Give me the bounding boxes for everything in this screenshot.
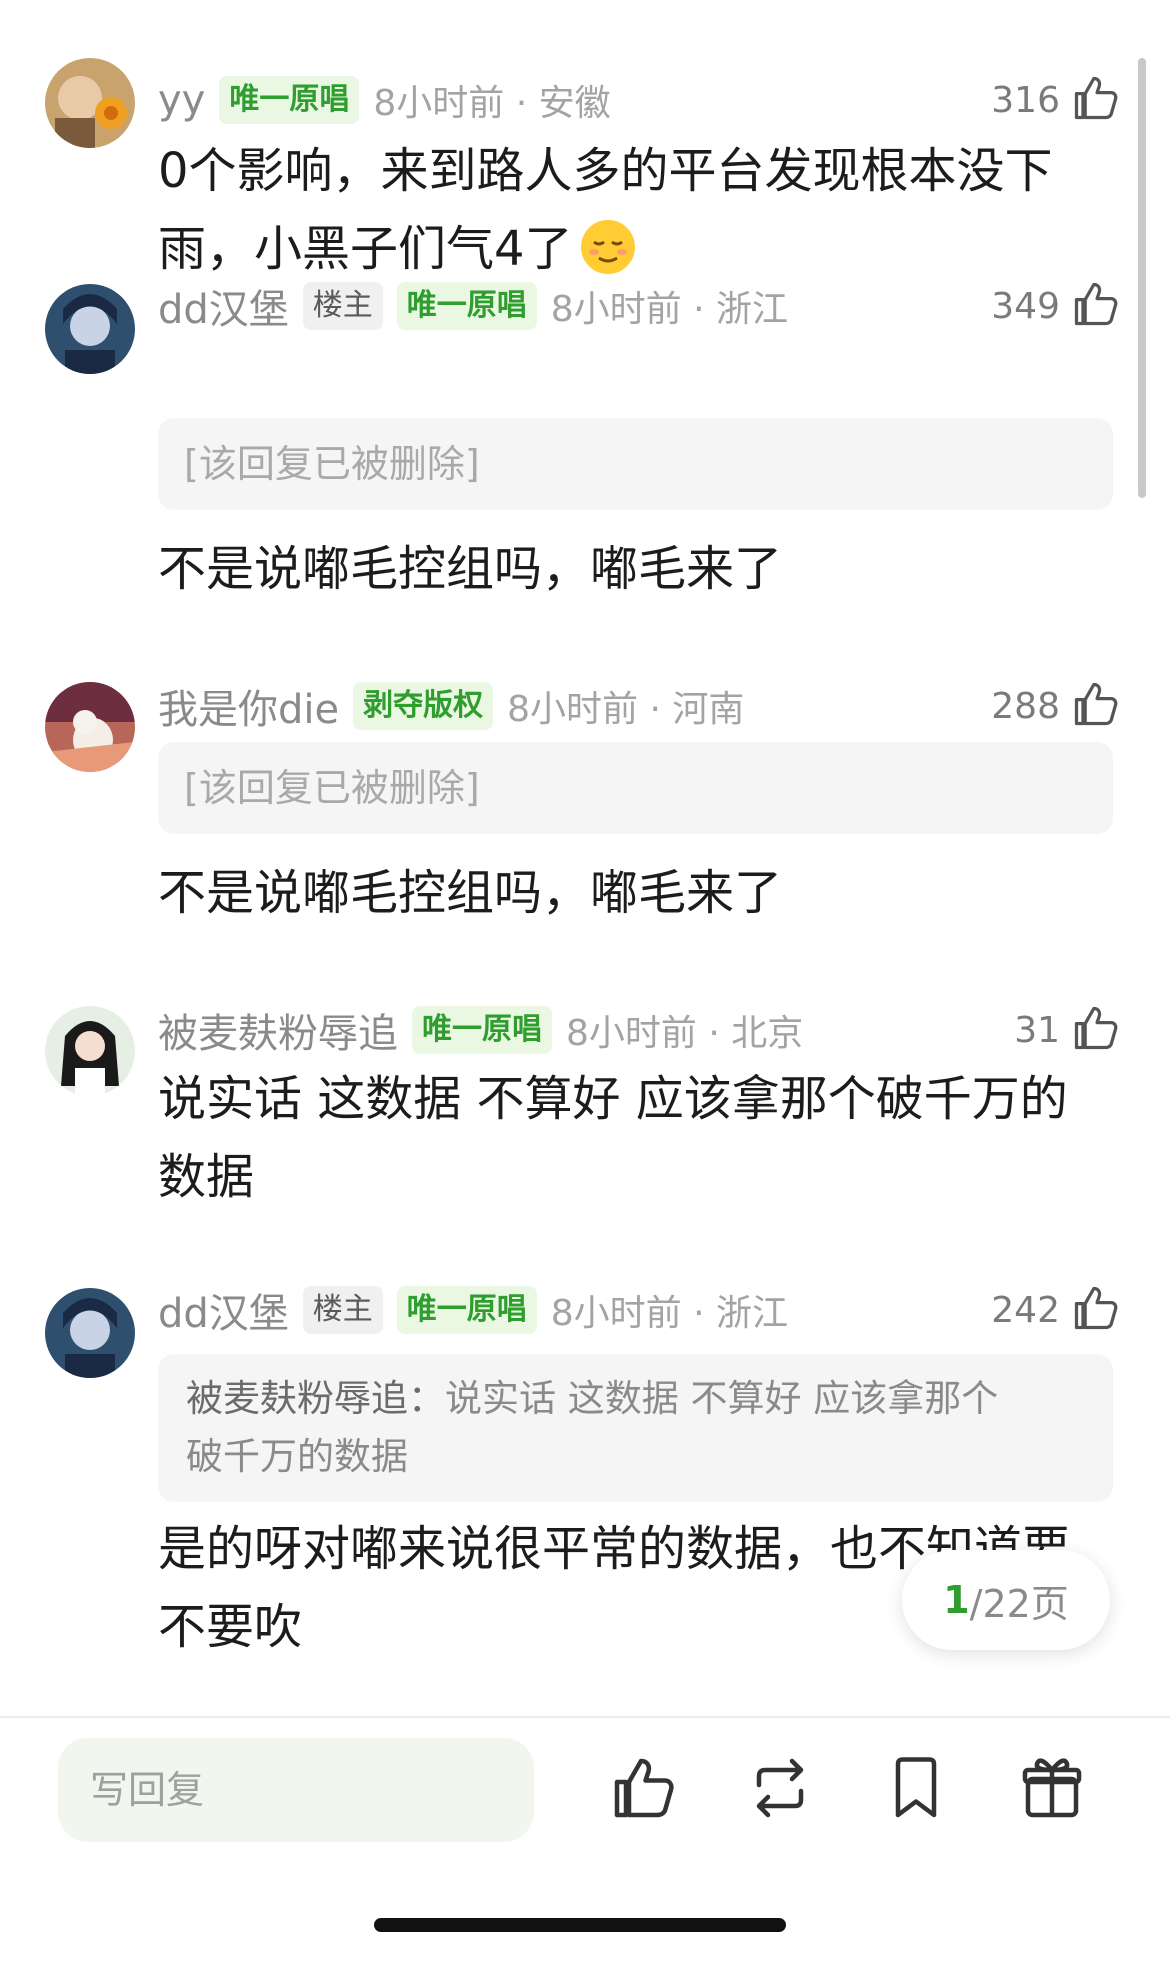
user-tag: 剥夺版权 <box>353 682 494 730</box>
avatar[interactable] <box>45 1288 135 1378</box>
like-count: 288 <box>991 685 1060 727</box>
comment-text-line: 雨，小黑子们气4了 <box>158 210 1078 288</box>
thumbs-up-icon[interactable] <box>1070 1002 1122 1058</box>
like-count: 242 <box>991 1289 1060 1331</box>
user-tag: 唯一原唱 <box>396 1286 537 1334</box>
quoted-username: 被麦麸粉辱追： <box>186 1377 445 1420</box>
bottom-action-bar: 写回复 <box>0 1716 1170 1986</box>
like-count: 316 <box>991 79 1060 121</box>
reply-input[interactable]: 写回复 <box>58 1738 534 1842</box>
page-indicator[interactable]: 1/22页 <box>902 1550 1110 1650</box>
total-pages: /22页 <box>969 1581 1069 1626</box>
timestamp-location: 8小时前 · 安徽 <box>373 83 611 124</box>
like-control[interactable]: 288 <box>991 678 1122 734</box>
like-control[interactable]: 242 <box>991 1282 1122 1338</box>
like-control[interactable]: 316 <box>991 72 1122 128</box>
deleted-reply-box: [该回复已被删除] <box>158 742 1113 834</box>
current-page: 1 <box>943 1578 970 1622</box>
avatar[interactable] <box>45 284 135 374</box>
comment-text-line: 说实话 这数据 不算好 应该拿那个破千万的 <box>158 1071 1068 1127</box>
user-tag: 唯一原唱 <box>412 1006 552 1054</box>
avatar[interactable] <box>45 682 135 772</box>
deleted-reply-box: [该回复已被删除] <box>158 418 1113 510</box>
quoted-reply-box[interactable]: 被麦麸粉辱追：说实话 这数据 不算好 应该拿那个 破千万的数据 <box>158 1354 1113 1502</box>
thumbs-up-icon[interactable] <box>1070 1282 1122 1338</box>
quote-text-line: 破千万的数据 <box>186 1435 408 1478</box>
comment-meta: dd汉堡 楼主 唯一原唱 8小时前 · 浙江 <box>158 278 788 334</box>
comment-meta: 我是你die 剥夺版权 8小时前 · 河南 <box>158 678 744 734</box>
comment-content: 不是说嘟毛控组吗，嘟毛来了 <box>158 541 783 597</box>
timestamp-location: 8小时前 · 浙江 <box>550 1293 789 1334</box>
like-icon[interactable] <box>608 1752 680 1824</box>
timestamp-location: 8小时前 · 北京 <box>566 1013 804 1054</box>
like-count: 349 <box>991 285 1060 327</box>
like-control[interactable]: 31 <box>1014 1002 1122 1058</box>
username[interactable]: 被麦麸粉辱追 <box>158 1001 398 1059</box>
thumbs-up-icon[interactable] <box>1070 278 1122 334</box>
comment-content: 不是说嘟毛控组吗，嘟毛来了 <box>158 865 783 921</box>
thumbs-up-icon[interactable] <box>1070 678 1122 734</box>
user-tag: 唯一原唱 <box>219 76 360 124</box>
like-count: 31 <box>1014 1009 1060 1051</box>
comment-meta: 被麦麸粉辱追 唯一原唱 8小时前 · 北京 <box>158 1002 803 1058</box>
comment-meta: dd汉堡 楼主 唯一原唱 8小时前 · 浙江 <box>158 1282 788 1338</box>
quoted-text: 说实话 这数据 不算好 应该拿那个 <box>445 1377 999 1420</box>
username[interactable]: dd汉堡 <box>158 1281 289 1339</box>
username[interactable]: yy <box>158 77 205 123</box>
user-tag: 唯一原唱 <box>396 282 537 330</box>
comment-content: 0个影响，来到路人多的平台发现根本没下 雨，小黑子们气4了 <box>158 132 1078 288</box>
comment-text: 雨，小黑子们气4了 <box>158 221 573 277</box>
repost-icon[interactable] <box>744 1752 816 1824</box>
avatar[interactable] <box>45 58 135 148</box>
gift-icon[interactable] <box>1016 1752 1088 1824</box>
username[interactable]: dd汉堡 <box>158 277 289 335</box>
timestamp-location: 8小时前 · 浙江 <box>550 289 789 330</box>
comment-text-line: 数据 <box>158 1149 255 1205</box>
timestamp-location: 8小时前 · 河南 <box>507 689 745 730</box>
comment-text-line: 0个影响，来到路人多的平台发现根本没下 <box>158 143 1053 199</box>
avatar[interactable] <box>45 1006 135 1096</box>
thumbs-up-icon[interactable] <box>1070 72 1122 128</box>
quote-text-line: 被麦麸粉辱追：说实话 这数据 不算好 应该拿那个 <box>186 1370 1085 1428</box>
relieved-face-emoji-icon <box>579 218 637 276</box>
scrollbar[interactable] <box>1138 58 1146 498</box>
owner-tag: 楼主 <box>302 282 383 330</box>
owner-tag: 楼主 <box>302 1286 383 1334</box>
like-control[interactable]: 349 <box>991 278 1122 334</box>
comment-content: 说实话 这数据 不算好 应该拿那个破千万的 数据 <box>158 1060 1078 1216</box>
username[interactable]: 我是你die <box>158 677 339 735</box>
home-indicator[interactable] <box>374 1918 786 1932</box>
comment-meta: yy 唯一原唱 8小时前 · 安徽 <box>158 72 611 128</box>
bookmark-icon[interactable] <box>880 1752 952 1824</box>
